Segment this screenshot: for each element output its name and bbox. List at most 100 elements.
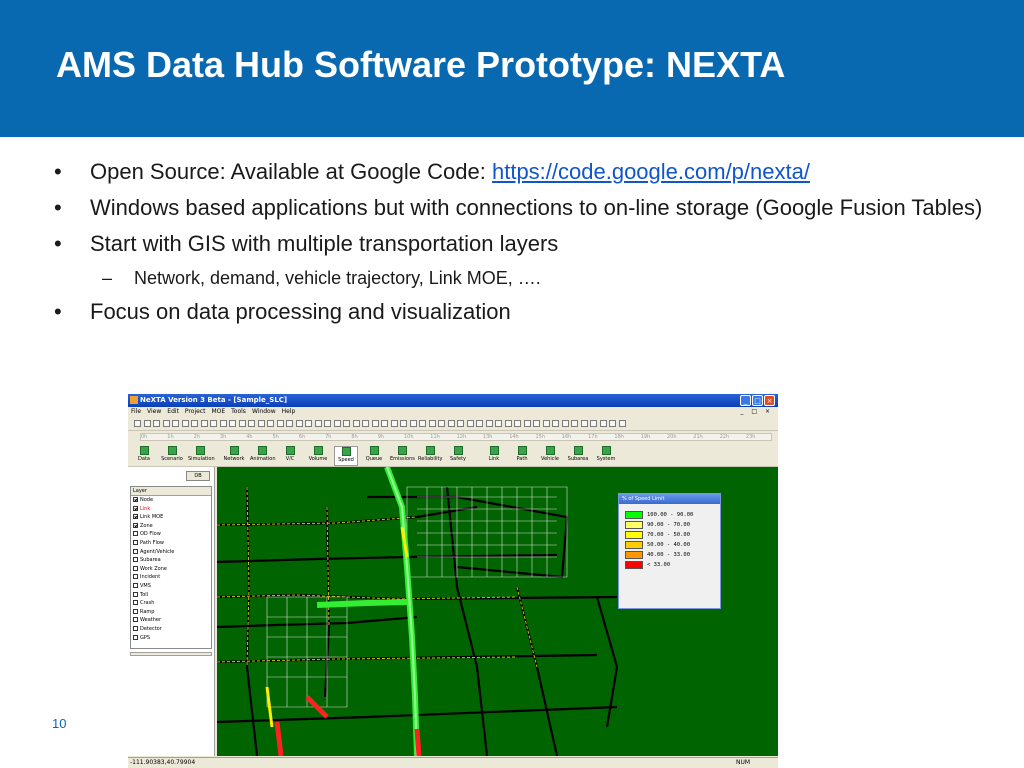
layer-item[interactable]: Work Zone [131, 565, 211, 574]
toolbar-tool-icon[interactable] [143, 420, 151, 427]
layer-checkbox[interactable] [133, 591, 138, 597]
layer-checkbox[interactable] [133, 574, 138, 580]
toolbar-tool-icon[interactable] [419, 420, 426, 427]
layer-item[interactable]: Ramp [131, 608, 211, 617]
layer-item[interactable]: VMS [131, 582, 211, 591]
toolbar-tool-icon[interactable] [343, 420, 350, 427]
toolbar-tool-icon[interactable] [438, 420, 445, 427]
mode-simulation-button[interactable]: Simulation [188, 446, 215, 466]
toolbar-tool-icon[interactable] [219, 420, 227, 427]
layer-checkbox[interactable] [133, 548, 138, 554]
layer-checkbox[interactable] [133, 634, 138, 640]
toolbar-tool-icon[interactable] [552, 420, 559, 427]
toolbar-tool-icon[interactable] [210, 420, 217, 427]
mode-animation-button[interactable]: Animation [250, 446, 276, 466]
toolbar-tool-icon[interactable] [295, 420, 303, 427]
layer-item[interactable]: OD Flow [131, 530, 211, 539]
mode-volume-button[interactable]: Volume [306, 446, 330, 466]
toolbar-tool-icon[interactable] [561, 420, 569, 427]
layer-checkbox[interactable] [133, 497, 138, 502]
toolbar-tool-icon[interactable] [200, 420, 208, 427]
toolbar-tool-icon[interactable] [571, 420, 578, 427]
toolbar-tool-icon[interactable] [286, 420, 293, 427]
toolbar-tool-icon[interactable] [447, 420, 455, 427]
layer-checkbox[interactable] [133, 557, 138, 563]
toolbar-tool-icon[interactable] [533, 420, 540, 427]
layer-item[interactable]: Subarea [131, 556, 211, 565]
toolbar-tool-icon[interactable] [362, 420, 369, 427]
menu-window[interactable]: Window [249, 407, 279, 417]
layer-item[interactable]: Link [131, 505, 211, 514]
toolbar-tool-icon[interactable] [172, 420, 179, 427]
layer-checkbox[interactable] [133, 565, 138, 571]
toolbar-tool-icon[interactable] [153, 420, 160, 427]
toolbar-tool-icon[interactable] [324, 420, 331, 427]
toolbar-tool-icon[interactable] [371, 420, 379, 427]
toolbar-tool-icon[interactable] [580, 420, 588, 427]
toolbar-tool-icon[interactable] [238, 420, 246, 427]
mode-scenario-button[interactable]: Scenario [160, 446, 184, 466]
mode-network-button[interactable]: Network [222, 446, 246, 466]
toolbar-tool-icon[interactable] [542, 420, 550, 427]
menu-edit[interactable]: Edit [164, 407, 182, 417]
toolbar-tool-icon[interactable] [495, 420, 502, 427]
toolbar-tool-icon[interactable] [504, 420, 512, 427]
menu-tools[interactable]: Tools [228, 407, 249, 417]
layer-item[interactable]: Weather [131, 616, 211, 625]
mode-emissions-button[interactable]: Emissions [390, 446, 415, 466]
map-view[interactable]: % of Speed Limit 100.00 - 90.00 90.00 - 7… [217, 467, 778, 756]
toolbar-tool-icon[interactable] [409, 420, 417, 427]
layer-checkbox[interactable] [133, 522, 138, 528]
layer-checkbox[interactable] [133, 600, 138, 606]
toolbar-tool-icon[interactable] [485, 420, 493, 427]
layer-item[interactable]: Incident [131, 573, 211, 582]
menu-file[interactable]: File [128, 407, 144, 417]
mode-data-button[interactable]: Data [132, 446, 156, 466]
layer-checkbox[interactable] [133, 582, 138, 588]
toolbar-tool-icon[interactable] [305, 420, 312, 427]
layer-item[interactable]: GPS [131, 634, 211, 643]
toolbar-tool-icon[interactable] [523, 420, 531, 427]
panel-splitter[interactable] [130, 652, 212, 656]
toolbar-tool-icon[interactable] [352, 420, 360, 427]
maximize-button[interactable]: □ [752, 395, 763, 406]
layer-checkbox[interactable] [133, 514, 138, 520]
toolbar-tool-icon[interactable] [191, 420, 198, 427]
layer-checkbox[interactable] [133, 608, 138, 614]
timeline-slider[interactable]: 0h 1h 2h 3h 4h 5h 6h 7h 8h 9h 10h 11h 12h 13h 14h 15h 16… [140, 433, 772, 441]
toolbar-tool-icon[interactable] [609, 420, 616, 427]
toolbar-tool-icon[interactable] [400, 420, 407, 427]
toolbar-tool-icon[interactable] [428, 420, 436, 427]
mode-link-button[interactable]: Link [482, 446, 506, 466]
layer-item[interactable]: Toll [131, 591, 211, 600]
db-button[interactable]: DB [186, 471, 210, 481]
layer-checkbox[interactable] [133, 625, 138, 631]
mode-vehicle-button[interactable]: Vehicle [538, 446, 562, 466]
menu-view[interactable]: View [144, 407, 164, 417]
layer-item[interactable]: Node [131, 496, 211, 505]
toolbar-tool-icon[interactable] [590, 420, 597, 427]
layer-checkbox[interactable] [133, 505, 138, 511]
layer-item[interactable]: Crash [131, 599, 211, 608]
toolbar-tool-icon[interactable] [229, 420, 236, 427]
layer-item[interactable]: Zone [131, 522, 211, 531]
toolbar-tool-icon[interactable] [181, 420, 189, 427]
title-bar[interactable]: NeXTA Version 3 Beta - [Sample_SLC] _ □ … [128, 394, 778, 407]
toolbar-tool-icon[interactable] [134, 420, 141, 427]
menu-project[interactable]: Project [182, 407, 209, 417]
toolbar-tool-icon[interactable] [248, 420, 255, 427]
speed-legend[interactable]: % of Speed Limit 100.00 - 90.00 90.00 - 7… [618, 493, 721, 609]
toolbar-tool-icon[interactable] [257, 420, 265, 427]
toolbar-tool-icon[interactable] [599, 420, 607, 427]
mode-vc-button[interactable]: V/C [278, 446, 302, 466]
layer-checkbox[interactable] [133, 617, 138, 623]
toolbar-tool-icon[interactable] [457, 420, 464, 427]
toolbar-tool-icon[interactable] [618, 420, 626, 427]
layer-checkbox[interactable] [133, 531, 138, 537]
toolbar-tool-icon[interactable] [466, 420, 474, 427]
toolbar-tool-icon[interactable] [390, 420, 398, 427]
mode-path-button[interactable]: Path [510, 446, 534, 466]
google-code-link[interactable]: https://code.google.com/p/nexta/ [492, 159, 810, 184]
mode-queue-button[interactable]: Queue [362, 446, 386, 466]
toolbar-tool-icon[interactable] [314, 420, 322, 427]
